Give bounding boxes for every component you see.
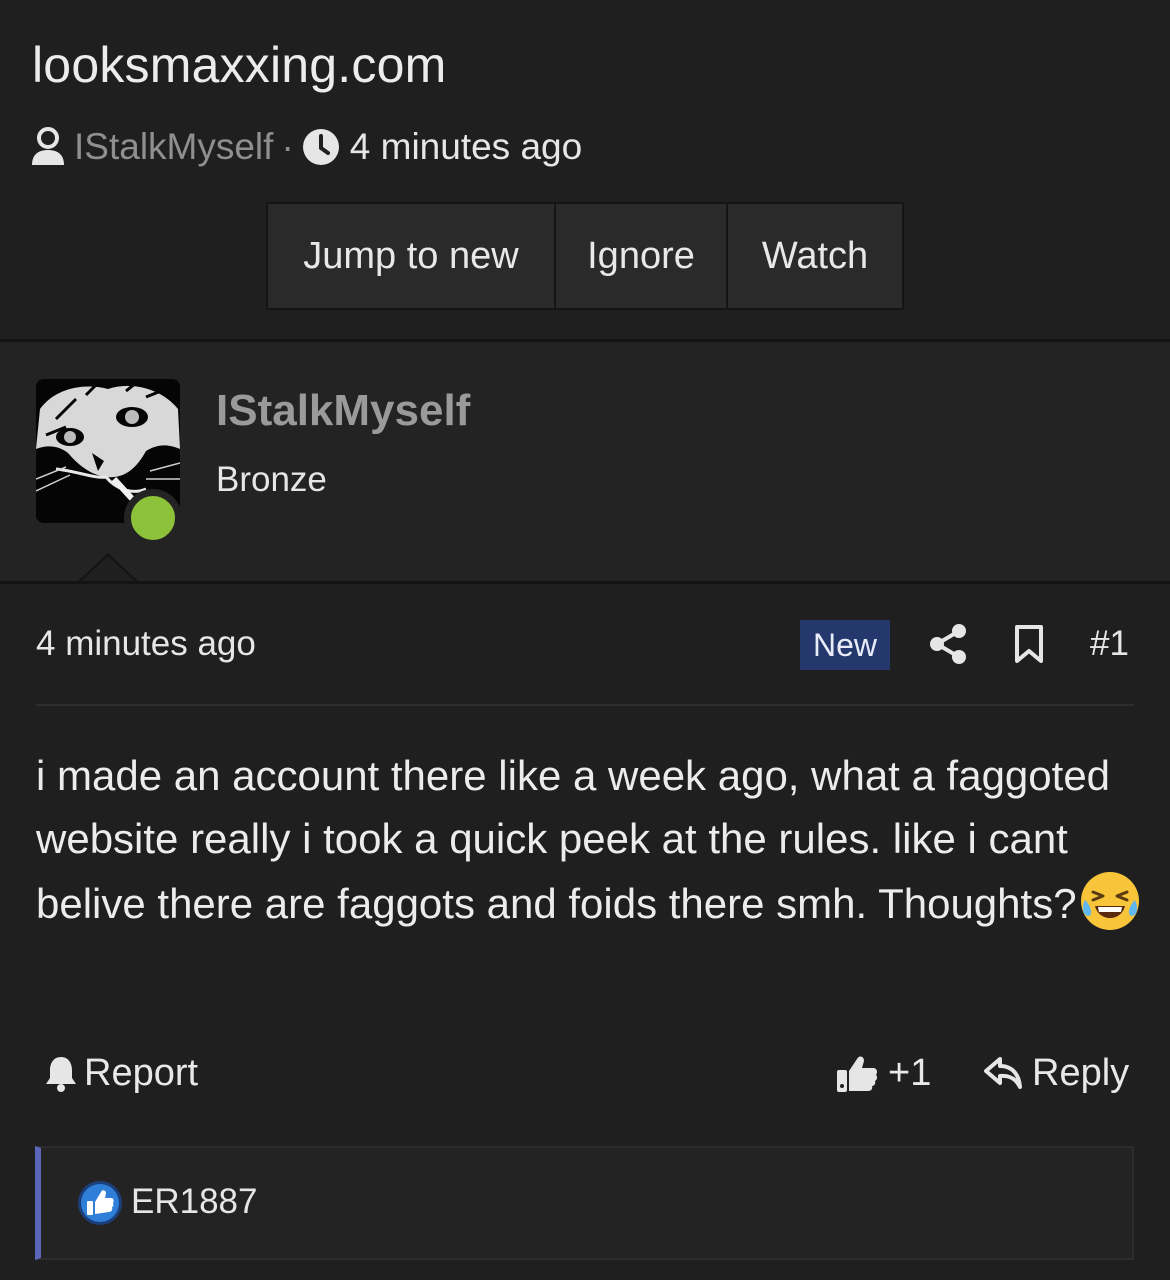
thread-action-buttons: Jump to new Ignore Watch	[266, 202, 904, 310]
reply-button[interactable]: Reply	[984, 1050, 1129, 1096]
user-icon	[32, 127, 64, 165]
avatar-wrapper	[36, 379, 182, 547]
thread-time[interactable]: 4 minutes ago	[350, 126, 582, 168]
like-reaction-icon	[78, 1181, 122, 1225]
user-panel-divider	[0, 581, 1170, 584]
bell-icon	[46, 1057, 76, 1092]
laughing-tears-emoji-icon	[1080, 872, 1139, 930]
clock-icon	[302, 129, 339, 165]
thread-meta: IStalkMyself · 4 minutes ago	[30, 124, 582, 170]
post-body: i made an account there like a week ago,…	[36, 744, 1146, 935]
post-user-panel: IStalkMyself Bronze	[0, 342, 1170, 582]
post-body-text: i made an account there like a week ago,…	[36, 752, 1111, 927]
post-header-divider	[36, 704, 1134, 706]
reply-arrow-icon	[984, 1057, 1022, 1089]
post-time[interactable]: 4 minutes ago	[36, 624, 256, 664]
like-button[interactable]: +1	[836, 1050, 931, 1096]
reaction-user-link[interactable]: ER1887	[131, 1182, 257, 1222]
watch-button[interactable]: Watch	[728, 204, 902, 308]
thread-header: looksmaxxing.com IStalkMyself · 4 minute…	[0, 0, 1170, 340]
ignore-button[interactable]: Ignore	[556, 204, 728, 308]
meta-separator: ·	[281, 126, 294, 167]
bookmark-icon[interactable]	[1014, 624, 1044, 664]
like-count: +1	[888, 1051, 932, 1094]
report-label: Report	[84, 1051, 199, 1094]
thread-title: looksmaxxing.com	[32, 37, 447, 93]
online-status-indicator	[124, 489, 182, 547]
reactions-bar[interactable]: ER1887	[35, 1146, 1134, 1260]
user-rank: Bronze	[216, 460, 327, 499]
thumbs-up-icon	[837, 1056, 878, 1092]
jump-to-new-button[interactable]: Jump to new	[268, 204, 556, 308]
post-username[interactable]: IStalkMyself	[216, 386, 470, 436]
reply-label: Reply	[1032, 1051, 1130, 1094]
thread-author-link[interactable]: IStalkMyself	[74, 126, 273, 168]
share-icon[interactable]	[928, 623, 968, 665]
post-number-link[interactable]: #1	[1090, 624, 1129, 664]
report-button[interactable]: Report	[44, 1050, 198, 1096]
new-badge: New	[800, 620, 890, 670]
